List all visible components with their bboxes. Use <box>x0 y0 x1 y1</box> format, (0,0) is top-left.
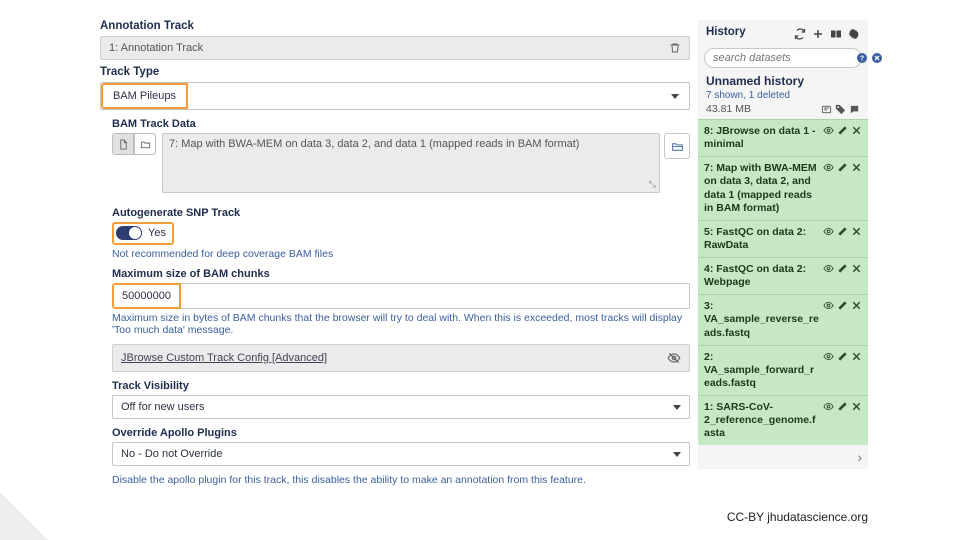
eye-icon[interactable] <box>823 401 834 412</box>
file-icon[interactable] <box>112 133 134 155</box>
help-icon[interactable]: ? <box>856 52 868 64</box>
plus-icon[interactable] <box>812 28 824 40</box>
folder-icon[interactable] <box>134 133 156 155</box>
annotation-track-heading: Annotation Track <box>100 20 690 32</box>
dataset-title: 7: Map with BWA-MEM on data 3, data 2, a… <box>704 162 823 215</box>
apollo-help: Disable the apollo plugin for this track… <box>112 474 690 486</box>
dataset-title: 5: FastQC on data 2: RawData <box>704 226 823 252</box>
apollo-label: Override Apollo Plugins <box>112 427 690 439</box>
track-type-value: BAM Pileups <box>113 90 176 102</box>
annotation-track-label: 1: Annotation Track <box>109 42 203 54</box>
bam-track-data-value: 7: Map with BWA-MEM on data 3, data 2, a… <box>169 138 579 150</box>
snp-toggle[interactable]: Yes <box>114 224 172 242</box>
max-chunks-value: 50000000 <box>114 285 179 307</box>
dataset-title: 8: JBrowse on data 1 - minimal <box>704 125 823 151</box>
dataset-item[interactable]: 1: SARS-CoV-2_reference_genome.fasta <box>698 395 868 445</box>
toggle-switch-icon <box>116 226 142 240</box>
search-field[interactable] <box>713 52 856 64</box>
apollo-value: No - Do not Override <box>121 448 222 460</box>
edit-icon[interactable] <box>837 162 848 173</box>
history-heading: History <box>706 26 746 38</box>
delete-icon[interactable] <box>851 401 862 412</box>
scroll-right-icon[interactable]: › <box>857 449 862 465</box>
advanced-config-link[interactable]: JBrowse Custom Track Config [Advanced] <box>121 352 327 364</box>
history-panel: History ? Unnamed history 7 shown, 1 del… <box>698 20 868 469</box>
edit-icon[interactable] <box>837 351 848 362</box>
dataset-item[interactable]: 7: Map with BWA-MEM on data 3, data 2, a… <box>698 156 868 220</box>
history-size: 43.81 MB <box>706 103 751 115</box>
trash-icon[interactable] <box>669 42 681 54</box>
dataset-source-toggle[interactable] <box>112 133 156 155</box>
browse-button[interactable] <box>664 133 690 159</box>
annotation-track-row: 1: Annotation Track <box>100 36 690 60</box>
chevron-down-icon <box>671 90 689 102</box>
delete-icon[interactable] <box>851 300 862 311</box>
track-type-label: Track Type <box>100 66 690 78</box>
delete-icon[interactable] <box>851 263 862 274</box>
eye-icon[interactable] <box>823 125 834 136</box>
gear-icon[interactable] <box>848 28 860 40</box>
chevron-down-icon <box>673 401 681 413</box>
dataset-item[interactable]: 3: VA_sample_reverse_reads.fastq <box>698 294 868 344</box>
edit-icon[interactable] <box>837 125 848 136</box>
visibility-label: Track Visibility <box>112 380 690 392</box>
tag-icon[interactable] <box>835 104 846 115</box>
bam-track-data-label: BAM Track Data <box>112 118 690 130</box>
clear-icon[interactable] <box>871 52 883 64</box>
eye-icon[interactable] <box>823 351 834 362</box>
refresh-icon[interactable] <box>794 28 806 40</box>
snp-help-text: Not recommended for deep coverage BAM fi… <box>112 248 690 260</box>
dataset-title: 2: VA_sample_forward_reads.fastq <box>704 351 823 390</box>
max-chunks-label: Maximum size of BAM chunks <box>112 268 690 280</box>
dataset-item[interactable]: 8: JBrowse on data 1 - minimal <box>698 119 868 156</box>
eye-off-icon[interactable] <box>667 351 681 365</box>
advanced-config-section[interactable]: JBrowse Custom Track Config [Advanced] <box>112 344 690 372</box>
snp-toggle-value: Yes <box>148 227 166 239</box>
delete-icon[interactable] <box>851 351 862 362</box>
eye-icon[interactable] <box>823 226 834 237</box>
track-type-dropdown[interactable]: BAM Pileups <box>100 82 690 110</box>
edit-icon[interactable] <box>837 401 848 412</box>
max-chunks-input[interactable] <box>181 283 690 309</box>
delete-icon[interactable] <box>851 125 862 136</box>
edit-icon[interactable] <box>837 300 848 311</box>
max-chunks-help: Maximum size in bytes of BAM chunks that… <box>112 312 690 336</box>
dataset-title: 4: FastQC on data 2: Webpage <box>704 263 823 289</box>
delete-icon[interactable] <box>851 162 862 173</box>
svg-text:?: ? <box>860 56 864 63</box>
comment-icon[interactable] <box>849 104 860 115</box>
visibility-value: Off for new users <box>121 401 205 413</box>
eye-icon[interactable] <box>823 162 834 173</box>
edit-icon[interactable] <box>837 226 848 237</box>
delete-icon[interactable] <box>851 226 862 237</box>
chevron-down-icon <box>673 448 681 460</box>
edit-icon[interactable] <box>837 263 848 274</box>
apollo-dropdown[interactable]: No - Do not Override <box>112 442 690 466</box>
history-name[interactable]: Unnamed history <box>706 74 860 88</box>
snp-track-label: Autogenerate SNP Track <box>112 207 690 219</box>
dataset-item[interactable]: 2: VA_sample_forward_reads.fastq <box>698 345 868 395</box>
resize-handle-icon[interactable]: ⤡ <box>649 179 656 190</box>
dataset-item[interactable]: 5: FastQC on data 2: RawData <box>698 220 868 257</box>
eye-icon[interactable] <box>823 263 834 274</box>
dataset-title: 1: SARS-CoV-2_reference_genome.fasta <box>704 401 823 440</box>
corner-decoration <box>0 492 48 540</box>
view-all-icon[interactable] <box>830 28 842 40</box>
eye-icon[interactable] <box>823 300 834 311</box>
dataset-title: 3: VA_sample_reverse_reads.fastq <box>704 300 823 339</box>
annotation-icon[interactable] <box>821 104 832 115</box>
history-counts[interactable]: 7 shown, 1 deleted <box>706 90 860 101</box>
attribution-text: CC-BY jhudatascience.org <box>727 510 868 524</box>
bam-track-data-select[interactable]: 7: Map with BWA-MEM on data 3, data 2, a… <box>162 133 660 193</box>
search-datasets-input[interactable]: ? <box>704 48 862 68</box>
dataset-item[interactable]: 4: FastQC on data 2: Webpage <box>698 257 868 294</box>
visibility-dropdown[interactable]: Off for new users <box>112 395 690 419</box>
